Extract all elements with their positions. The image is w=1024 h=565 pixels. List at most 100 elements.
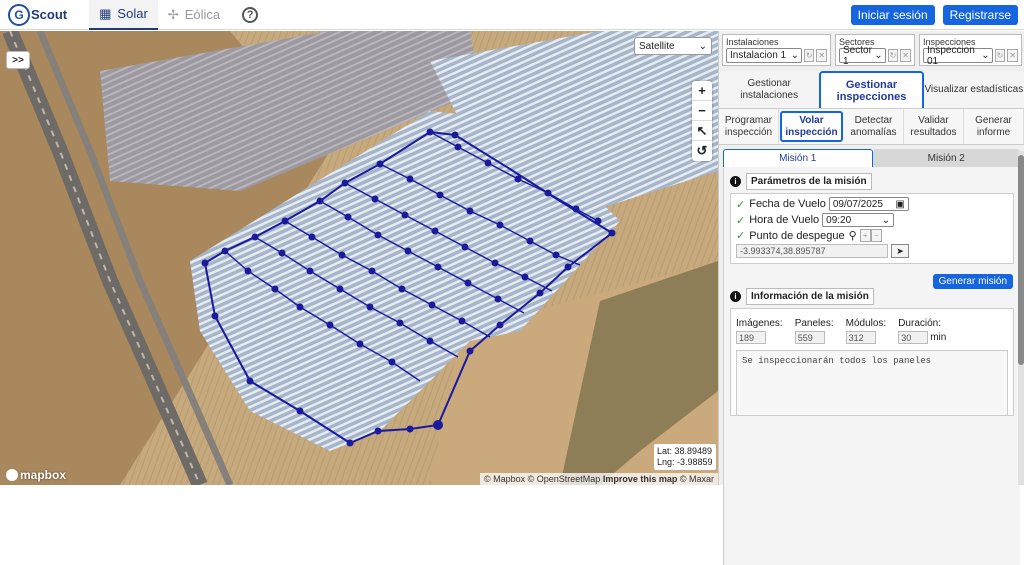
logo-mark: G [8, 3, 30, 26]
calendar-icon: ▣ [895, 198, 905, 210]
expand-panel-button[interactable]: >> [6, 51, 30, 69]
panels-value: 559 [794, 331, 825, 344]
takeoff-coords-input[interactable]: -3.993374,38.895787 [736, 244, 888, 258]
sector-select[interactable]: Sector 1 ⌄ [839, 45, 886, 67]
images-label: Imágenes: [736, 318, 783, 329]
modules-stat: Módulos: 312 [845, 318, 886, 344]
panel-scrollbar[interactable] [1018, 151, 1024, 485]
selector-row: Instalaciones Instalacion 1 ⌄ ↻ ✕ Sectore… [719, 31, 1024, 69]
reset-bearing-icon[interactable]: ↺ [692, 141, 712, 161]
chevron-down-icon: ⌄ [698, 40, 707, 52]
takeoff-coords-row: -3.993374,38.895787 ➤ [736, 244, 1008, 258]
tab-programar-inspeccion[interactable]: Programar inspección [719, 109, 779, 144]
top-bar: G Scout ▦ Solar ✢ Eólica ? Iniciar sesió… [0, 0, 1024, 30]
workflow-tabs: Programar inspección Volar inspección De… [719, 109, 1024, 145]
send-coords-button[interactable]: ➤ [891, 244, 909, 258]
refresh-icon[interactable]: ↻ [887, 49, 899, 62]
tab-solar-label: Solar [117, 6, 148, 21]
modules-value: 312 [845, 331, 876, 344]
duration-unit: min [930, 332, 947, 343]
zoom-in-button[interactable]: + [692, 81, 712, 101]
satellite-map[interactable]: >> Satellite ⌄ + − ↖ ↺ Lat: 38.89489 Lng… [0, 31, 718, 485]
info-box: Imágenes: 189 Paneles: 559 Módulos: 312 … [730, 308, 1014, 416]
side-panel: Instalaciones Instalacion 1 ⌄ ↻ ✕ Sectore… [718, 31, 1024, 565]
takeoff-label: Punto de despegue [749, 229, 845, 242]
info-icon[interactable]: i [730, 176, 741, 187]
mapbox-mark-icon [6, 469, 18, 481]
scrollbar-thumb[interactable] [1018, 155, 1024, 365]
chevron-down-icon: ⌄ [981, 50, 990, 61]
attribution-suffix: © Maxar [679, 474, 714, 484]
installation-selector: Instalaciones Instalacion 1 ⌄ ↻ ✕ [722, 34, 831, 66]
tab-visualizar-estadisticas[interactable]: Visualizar estadísticas [924, 71, 1024, 108]
tab-gestionar-inspecciones[interactable]: Gestionar inspecciones [819, 71, 924, 108]
mission-note: Se inspeccionarán todos los paneles [736, 350, 1008, 416]
tab-mision-1[interactable]: Misión 1 [723, 149, 873, 167]
compass-icon[interactable]: ↖ [692, 121, 712, 141]
flight-time-label: Hora de Vuelo [749, 214, 820, 226]
params-header: i Parámetros de la misión [730, 173, 1014, 190]
mission-stats: Imágenes: 189 Paneles: 559 Módulos: 312 … [736, 318, 1008, 344]
refresh-icon[interactable]: ↻ [994, 49, 1006, 62]
panels-label: Paneles: [794, 318, 834, 329]
refresh-icon[interactable]: ↻ [803, 49, 815, 62]
inspection-selector: Inspecciones Inspeccion 01 ⌄ ↻ ✕ [919, 34, 1022, 67]
flight-date-row: ✓ Fecha de Vuelo 09/07/2025 ▣ [736, 197, 1008, 211]
check-icon: ✓ [736, 198, 746, 211]
duration-value: 30 [898, 331, 929, 344]
duration-label: Duración: [898, 318, 942, 329]
zoom-out-button[interactable]: − [692, 101, 712, 121]
info-icon[interactable]: i [730, 291, 741, 302]
duration-stat: Duración: 30 min [898, 318, 946, 344]
tab-detectar-anomalias[interactable]: Detectar anomalías [844, 109, 904, 144]
app-logo[interactable]: G Scout [8, 3, 68, 26]
attribution-prefix: © Mapbox © OpenStreetMap [483, 474, 601, 484]
mapbox-logo[interactable]: mapbox [6, 468, 66, 482]
tab-mision-2[interactable]: Misión 2 [872, 149, 1020, 167]
tab-gestionar-instalaciones[interactable]: Gestionar instalaciones [719, 71, 819, 108]
remove-point-icon[interactable]: − [870, 229, 882, 242]
wind-turbine-icon: ✢ [167, 6, 179, 22]
help-icon[interactable]: ? [242, 6, 259, 23]
tab-solar[interactable]: ▦ Solar [89, 0, 158, 30]
close-icon[interactable]: ✕ [900, 49, 911, 62]
flight-time-row: ✓ Hora de Vuelo 09:20 ⌄ [736, 213, 1008, 227]
map-imagery [0, 31, 718, 485]
mapbox-brand: mapbox [20, 468, 67, 482]
cursor-coordinates: Lat: 38.89489 Lng: -3.98859 [654, 444, 716, 470]
flight-time-select[interactable]: 09:20 ⌄ [822, 213, 895, 227]
login-button[interactable]: Iniciar sesión [850, 5, 935, 25]
chevron-down-icon: ⌄ [874, 50, 883, 61]
sector-value: Sector 1 [843, 44, 872, 67]
map-layer-value: Satellite [639, 40, 675, 52]
images-value: 189 [736, 331, 766, 344]
info-header: i Información de la misión [730, 288, 1014, 305]
takeoff-row: ✓ Punto de despegue ⚲ + − [736, 229, 1008, 242]
tab-volar-inspeccion[interactable]: Volar inspección [780, 111, 843, 142]
inspection-select[interactable]: Inspeccion 01 ⌄ [923, 45, 993, 67]
map-zoom-controls: + − ↖ ↺ [692, 81, 712, 161]
close-icon[interactable]: ✕ [1007, 49, 1018, 62]
latitude-readout: Lat: 38.89489 [657, 446, 713, 456]
register-button[interactable]: Registrarse [942, 5, 1018, 25]
check-icon: ✓ [736, 214, 746, 227]
tab-validar-resultados[interactable]: Validar resultados [904, 109, 964, 144]
installation-value: Instalacion 1 [730, 50, 787, 61]
flight-date-input[interactable]: 09/07/2025 ▣ [828, 197, 909, 211]
logo-text: Scout [31, 7, 68, 22]
solar-panel-icon: ▦ [99, 5, 112, 21]
installation-select[interactable]: Instalacion 1 ⌄ [726, 48, 802, 63]
installation-label: Instalaciones [726, 37, 779, 47]
add-point-icon[interactable]: + [859, 229, 871, 242]
map-attribution: © Mapbox © OpenStreetMap Improve this ma… [479, 473, 718, 485]
chevron-down-icon: ⌄ [881, 214, 891, 226]
mission-body: i Parámetros de la misión ✓ Fecha de Vue… [723, 167, 1020, 565]
generate-mission-button[interactable]: Generar misión [932, 274, 1013, 289]
panels-stat: Paneles: 559 [794, 318, 834, 344]
map-pin-icon[interactable]: ⚲ [849, 229, 857, 242]
tab-eolica[interactable]: ✢ Eólica [158, 0, 230, 30]
close-icon[interactable]: ✕ [816, 49, 827, 62]
improve-map-link[interactable]: Improve this map [603, 474, 678, 484]
map-layer-select[interactable]: Satellite ⌄ [634, 37, 712, 55]
tab-generar-informe[interactable]: Generar informe [964, 109, 1024, 144]
